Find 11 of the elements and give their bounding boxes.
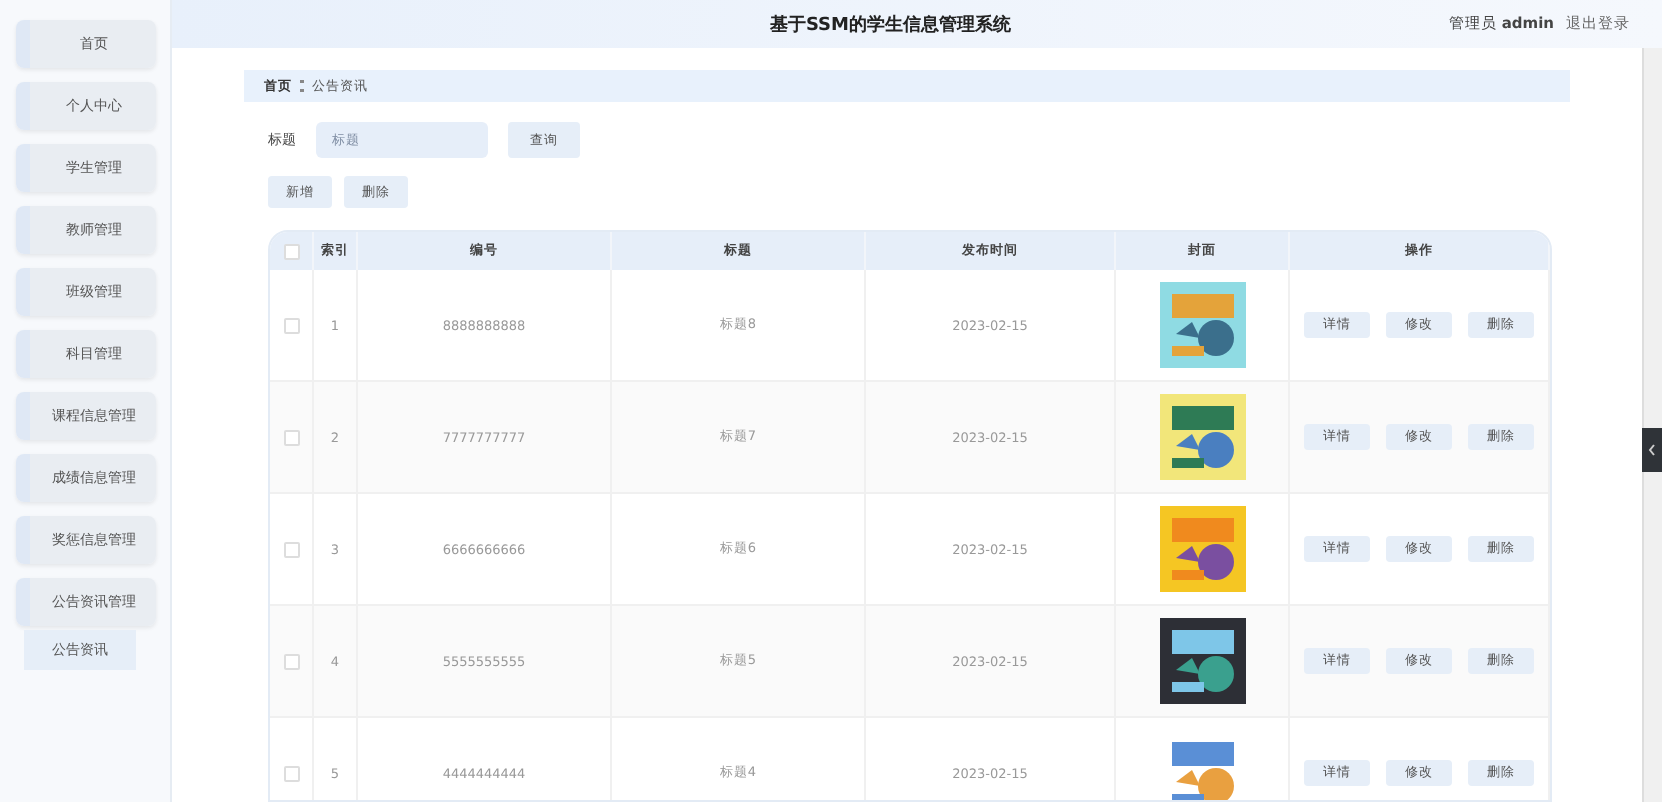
checkbox[interactable]	[283, 317, 299, 334]
checkbox[interactable]	[283, 429, 299, 446]
chevron-left-icon	[1648, 444, 1656, 456]
checkbox[interactable]	[283, 653, 299, 670]
checkbox[interactable]	[283, 243, 299, 260]
separator-icon	[300, 80, 304, 93]
checkbox[interactable]	[283, 765, 299, 782]
collapse-button[interactable]	[1642, 428, 1662, 472]
app-title: 基于SSM的学生信息管理系统	[767, 12, 1013, 37]
scrollbar[interactable]	[1642, 48, 1662, 802]
checkbox[interactable]	[283, 541, 299, 558]
